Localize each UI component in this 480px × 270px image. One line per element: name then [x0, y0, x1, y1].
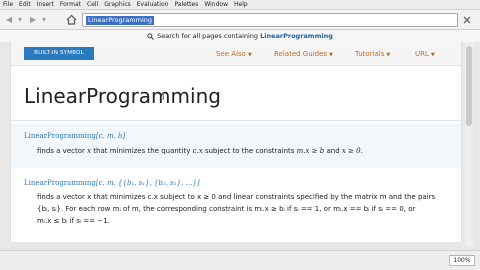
usage-2-description-line-1: finds a vector x that minimizes c.x subj…	[37, 193, 436, 201]
usage-2-description-line-3: mᵢ.x ≤ bᵢ if sᵢ == −1.	[37, 217, 110, 225]
forward-button[interactable]: ▶	[30, 15, 36, 25]
menu-cell[interactable]: Cell	[87, 0, 98, 10]
usage-2[interactable]: LinearProgramming[c, m, {{b₁, s₁}, {b₂, …	[24, 179, 200, 188]
built-in-symbol-badge: BUILT-IN SYMBOL	[24, 47, 94, 60]
search-suggestion[interactable]: Search for all pages containing LinearPr…	[0, 30, 480, 42]
menu-file[interactable]: File	[3, 0, 13, 10]
search-icon	[147, 32, 155, 40]
tutorials-menu[interactable]: Tutorials ▼	[355, 50, 390, 60]
scrollbar-thumb[interactable]	[466, 46, 472, 126]
page-title: LinearProgramming	[24, 84, 221, 108]
doc-header-bar: BUILT-IN SYMBOL See Also ▼ Related Guides…	[11, 42, 461, 66]
menu-palettes[interactable]: Palettes	[174, 0, 198, 10]
menu-insert[interactable]: Insert	[37, 0, 54, 10]
documentation-page: BUILT-IN SYMBOL See Also ▼ Related Guides…	[10, 42, 462, 242]
usage-1[interactable]: LinearProgramming[c, m, b]	[24, 132, 125, 141]
menu-graphics[interactable]: Graphics	[104, 0, 131, 10]
divider	[11, 120, 461, 121]
menu-format[interactable]: Format	[60, 0, 81, 10]
usage-2-description-line-2: {bᵢ, sᵢ}. For each row mᵢ of m, the corr…	[37, 205, 416, 213]
back-button[interactable]: ◀	[6, 15, 12, 25]
address-field[interactable]: LinearProgramming	[82, 13, 458, 27]
forward-history-button[interactable]: ▾	[42, 15, 46, 25]
browser-toolbar: ◀ ▾ ▶ ▾ LinearProgramming	[0, 10, 480, 30]
address-value: LinearProgramming	[86, 16, 155, 25]
usage-1-description: finds a vector x that minimizes the quan…	[37, 147, 363, 155]
status-bar: 100%	[0, 250, 480, 270]
back-history-button[interactable]: ▾	[18, 15, 22, 25]
menu-bar: File Edit Insert Format Cell Graphics Ev…	[0, 0, 480, 10]
menu-edit[interactable]: Edit	[19, 0, 31, 10]
home-icon[interactable]	[65, 13, 78, 26]
search-suggestion-text: Search for all pages containing LinearPr…	[157, 32, 333, 40]
menu-window[interactable]: Window	[204, 0, 228, 10]
zoom-level[interactable]: 100%	[449, 255, 475, 266]
vertical-scrollbar[interactable]	[465, 42, 473, 247]
see-also-menu[interactable]: See Also ▼	[216, 50, 252, 60]
menu-evaluation[interactable]: Evaluation	[137, 0, 169, 10]
close-icon[interactable]	[461, 14, 473, 26]
menu-help[interactable]: Help	[234, 0, 248, 10]
related-guides-menu[interactable]: Related Guides ▼	[274, 50, 333, 60]
text-cursor-icon: I	[162, 93, 165, 102]
url-menu[interactable]: URL ▼	[415, 50, 435, 60]
